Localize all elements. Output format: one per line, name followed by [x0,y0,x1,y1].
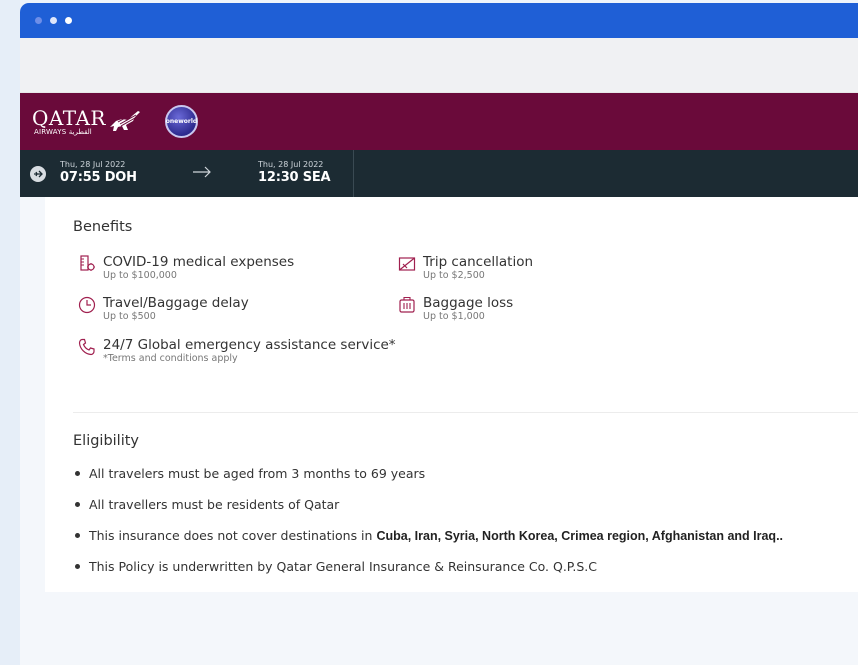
eligibility-item-text: All travelers must be aged from 3 months… [89,466,426,481]
benefit-emergency-assistance-name: 24/7 Global emergency assistance service… [103,337,396,353]
bullet-icon [75,564,80,569]
bullet-icon [75,502,80,507]
content-gutter [20,197,45,592]
departure-date: Thu, 28 Jul 2022 [60,160,126,169]
arrow-right-icon [193,166,211,178]
browser-window: QATAR AIRWAYS القطرية oneworld Thu, 28 J… [20,3,858,665]
airline-logo-sub: AIRWAYS القطرية [34,127,92,136]
eligibility-item: All travelers must be aged from 3 months… [75,466,425,481]
departure-segment: Thu, 28 Jul 2022 07:55 DOH [60,159,137,186]
benefit-emergency-assistance-note: *Terms and conditions apply [103,353,238,364]
flight-summary-bar: Thu, 28 Jul 2022 07:55 DOH Thu, 28 Jul 2… [20,150,858,197]
browser-toolbar [20,38,858,93]
airline-logo[interactable]: QATAR AIRWAYS القطرية [32,108,142,136]
benefits-title: Benefits [73,219,133,235]
arrival-segment: Thu, 28 Jul 2022 12:30 SEA [258,159,331,186]
bullet-icon [75,533,80,538]
benefit-travel-delay-name: Travel/Baggage delay [103,295,249,311]
flight-bar-divider [353,150,354,197]
bullet-icon [75,471,80,476]
page-bottom-area [20,592,858,665]
oneworld-label: oneworld [165,118,198,125]
brand-header: QATAR AIRWAYS القطرية oneworld [20,93,858,150]
benefit-emergency-assistance: 24/7 Global emergency assistance service… [78,337,396,364]
arrival-date: Thu, 28 Jul 2022 [258,160,324,169]
airline-logo-word: QATAR [32,105,106,130]
insurance-card: Benefits COVID-19 medical expenses Up to… [45,197,858,592]
maximize-window-button[interactable] [65,17,72,24]
benefit-covid-limit: Up to $100,000 [103,270,177,281]
oneworld-badge: oneworld [165,105,198,138]
covid-icon [80,255,95,271]
baggage-icon [399,296,415,313]
benefit-trip-cancellation-name: Trip cancellation [423,254,534,270]
eligibility-item-text: This Policy is underwritten by Qatar Gen… [89,559,597,574]
benefit-baggage-loss-name: Baggage loss [423,295,514,311]
minimize-window-button[interactable] [50,17,57,24]
trip-cancel-icon [398,257,416,271]
excluded-destinations: Cuba, Iran, Syria, North Korea, Crimea r… [376,528,784,543]
benefit-trip-cancellation: Trip cancellation Up to $2,500 [398,254,533,281]
arrival-time: 12:30 SEA [258,170,331,185]
phone-icon [78,338,95,356]
plane-icon [30,166,46,182]
eligibility-item: This insurance does not cover destinatio… [75,528,783,543]
benefit-baggage-loss: Baggage loss Up to $1,000 [398,295,513,322]
benefit-baggage-loss-limit: Up to $1,000 [423,311,485,322]
benefit-travel-delay: Travel/Baggage delay Up to $500 [78,295,249,322]
eligibility-title: Eligibility [73,433,140,449]
benefit-travel-delay-limit: Up to $500 [103,311,156,322]
title-bar [20,3,858,38]
eligibility-item-text: All travellers must be residents of Qata… [89,497,340,512]
oryx-icon [110,110,140,131]
section-divider [73,412,858,413]
benefit-covid: COVID-19 medical expenses Up to $100,000 [78,254,294,281]
left-strip [0,0,20,665]
departure-time: 07:55 DOH [60,170,137,185]
benefit-covid-name: COVID-19 medical expenses [103,254,295,270]
close-window-button[interactable] [35,17,42,24]
eligibility-item: This Policy is underwritten by Qatar Gen… [75,559,597,574]
content-area: Benefits COVID-19 medical expenses Up to… [20,197,858,592]
clock-icon [78,296,96,314]
eligibility-item: All travellers must be residents of Qata… [75,497,339,512]
eligibility-item-text: This insurance does not cover destinatio… [89,528,373,543]
benefit-trip-cancellation-limit: Up to $2,500 [423,270,485,281]
